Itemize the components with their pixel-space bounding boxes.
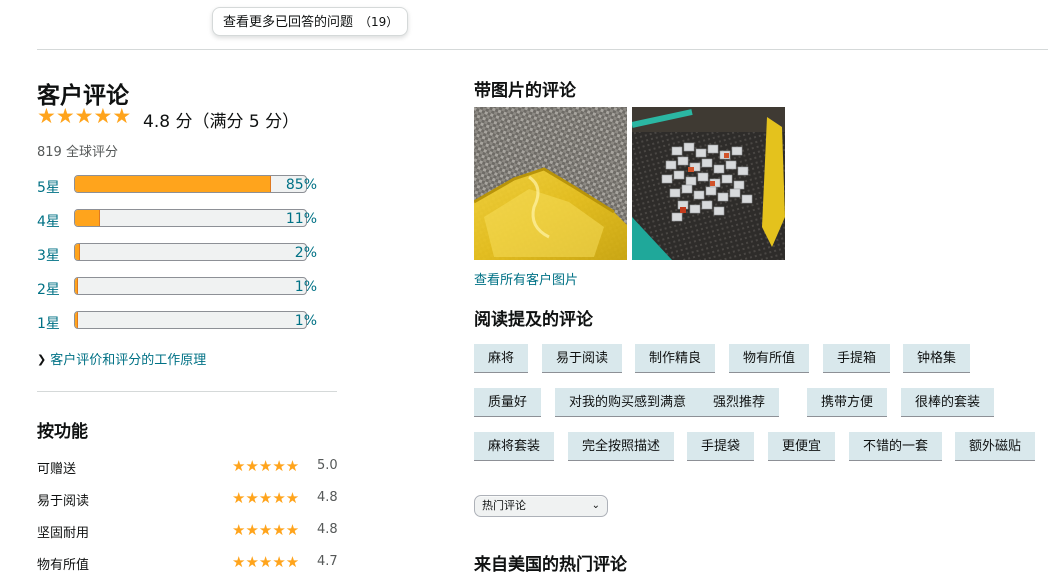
histogram-fill bbox=[75, 210, 101, 226]
how-ratings-work-label: 客户评价和评分的工作原理 bbox=[50, 353, 207, 368]
histogram-row-4-star[interactable]: 4星 11% bbox=[37, 209, 337, 231]
histogram-label[interactable]: 1星 bbox=[37, 313, 60, 333]
feature-value: 4.8 bbox=[317, 490, 338, 505]
feature-value: 5.0 bbox=[317, 458, 338, 473]
mention-chip[interactable]: 麻将 bbox=[474, 344, 529, 373]
review-photo-mahjong-tiles[interactable] bbox=[632, 107, 785, 260]
histogram-label[interactable]: 4星 bbox=[37, 211, 60, 231]
histogram-fill bbox=[75, 244, 80, 260]
histogram-percent[interactable]: 1% bbox=[277, 279, 317, 295]
sort-reviews-select[interactable]: 热门评论 ⌄ bbox=[474, 495, 608, 517]
mention-chip[interactable]: 额外磁贴 bbox=[955, 432, 1036, 461]
histogram-fill bbox=[75, 176, 272, 192]
histogram-bar[interactable] bbox=[74, 209, 307, 227]
mention-chip[interactable]: 制作精良 bbox=[635, 344, 716, 373]
mention-chip[interactable]: 携带方便 bbox=[807, 388, 888, 417]
mention-chip[interactable]: 易于阅读 bbox=[542, 344, 623, 373]
average-star-rating[interactable]: ★★★★★ bbox=[37, 104, 131, 128]
histogram-fill bbox=[75, 278, 79, 294]
star-icon: ★ bbox=[74, 104, 94, 128]
star-icon: ★ bbox=[37, 104, 56, 128]
mention-chip[interactable]: 麻将套装 bbox=[474, 432, 555, 461]
star-icon: ★★★★★ bbox=[232, 521, 300, 539]
histogram-percent[interactable]: 85% bbox=[277, 177, 317, 193]
sort-selected-value: 热门评论 bbox=[482, 499, 526, 512]
feature-name: 易于阅读 bbox=[37, 494, 90, 509]
feature-name: 坚固耐用 bbox=[37, 526, 90, 541]
mention-chip[interactable]: 强烈推荐 bbox=[699, 388, 780, 417]
mention-chip[interactable]: 质量好 bbox=[474, 388, 542, 417]
histogram-row-1-star[interactable]: 1星 1% bbox=[37, 311, 337, 333]
read-reviews-that-mention-title: 阅读提及的评论 bbox=[474, 310, 593, 330]
see-more-label: 查看更多已回答的问题 bbox=[223, 15, 354, 30]
mention-chip[interactable]: 手提箱 bbox=[823, 344, 891, 373]
feature-row: 易于阅读 ★★★★★ 4.8 bbox=[37, 489, 338, 510]
histogram-label[interactable]: 5星 bbox=[37, 177, 60, 197]
histogram-row-2-star[interactable]: 2星 1% bbox=[37, 277, 337, 299]
chevron-down-icon: ⌄ bbox=[591, 500, 600, 511]
mention-chip[interactable]: 钟格集 bbox=[903, 344, 971, 373]
feature-stars: ★★★★★ bbox=[232, 489, 299, 507]
mention-chip[interactable]: 手提袋 bbox=[687, 432, 755, 461]
reviews-with-images-title: 带图片的评论 bbox=[474, 81, 576, 101]
histogram-label[interactable]: 2星 bbox=[37, 279, 60, 299]
see-all-customer-photos-link[interactable]: 查看所有客户图片 bbox=[474, 269, 578, 288]
histogram-label[interactable]: 3星 bbox=[37, 245, 60, 265]
average-rating-text: 4.8 分（满分 5 分） bbox=[143, 112, 300, 132]
histogram-row-5-star[interactable]: 5星 85% bbox=[37, 175, 337, 197]
total-ratings-count: 819 全球评分 bbox=[37, 145, 118, 160]
review-photo-yellow-case[interactable] bbox=[474, 107, 627, 260]
chevron-down-icon: ❯ bbox=[37, 353, 47, 366]
histogram-percent[interactable]: 1% bbox=[277, 313, 317, 329]
see-more-count: （19） bbox=[359, 15, 399, 29]
mention-chip[interactable]: 很棒的套装 bbox=[901, 388, 995, 417]
star-icon: ★ bbox=[55, 104, 75, 128]
feature-value: 4.7 bbox=[317, 554, 338, 569]
histogram-percent[interactable]: 2% bbox=[277, 245, 317, 261]
histogram-bar[interactable] bbox=[74, 243, 307, 261]
feature-name: 可赠送 bbox=[37, 462, 77, 477]
star-icon: ★ bbox=[112, 104, 132, 128]
mention-chip[interactable]: 物有所值 bbox=[729, 344, 810, 373]
feature-value: 4.8 bbox=[317, 522, 338, 537]
mention-chip[interactable]: 更便宜 bbox=[768, 432, 836, 461]
histogram-fill bbox=[75, 312, 79, 328]
star-icon: ★ bbox=[93, 104, 113, 128]
top-reviews-from-us-title: 来自美国的热门评论 bbox=[474, 555, 627, 575]
by-feature-title: 按功能 bbox=[37, 422, 88, 442]
top-divider bbox=[37, 49, 1048, 50]
feature-stars: ★★★★★ bbox=[232, 521, 299, 539]
histogram-bar[interactable] bbox=[74, 277, 307, 295]
feature-name: 物有所值 bbox=[37, 558, 90, 573]
feature-stars: ★★★★★ bbox=[232, 553, 299, 571]
see-more-answered-questions-button[interactable]: 查看更多已回答的问题 （19） bbox=[212, 7, 408, 36]
histogram-bar[interactable] bbox=[74, 311, 307, 329]
feature-row: 物有所值 ★★★★★ 4.7 bbox=[37, 553, 338, 574]
left-divider bbox=[37, 391, 337, 392]
star-icon: ★★★★★ bbox=[232, 489, 300, 507]
histogram-percent[interactable]: 11% bbox=[277, 211, 317, 227]
feature-row: 坚固耐用 ★★★★★ 4.8 bbox=[37, 521, 338, 542]
histogram-bar[interactable] bbox=[74, 175, 307, 193]
mention-chip[interactable]: 不错的一套 bbox=[849, 432, 943, 461]
feature-stars: ★★★★★ bbox=[232, 457, 299, 475]
star-icon: ★★★★★ bbox=[232, 553, 300, 571]
how-ratings-work-link[interactable]: ❯ 客户评价和评分的工作原理 bbox=[37, 349, 206, 368]
histogram-row-3-star[interactable]: 3星 2% bbox=[37, 243, 337, 265]
mention-chip[interactable]: 完全按照描述 bbox=[568, 432, 675, 461]
feature-row: 可赠送 ★★★★★ 5.0 bbox=[37, 457, 338, 478]
star-icon: ★★★★★ bbox=[232, 457, 300, 475]
mention-chip[interactable]: 对我的购买感到满意 bbox=[555, 388, 701, 417]
